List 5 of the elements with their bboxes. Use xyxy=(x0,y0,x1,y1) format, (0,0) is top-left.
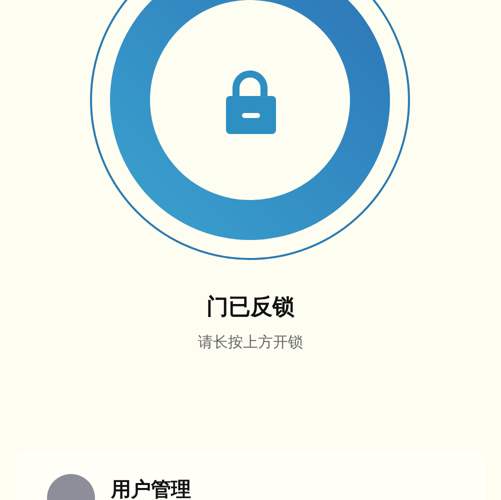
lock-status-title: 门已反锁 xyxy=(206,294,296,322)
menu-label: 用户管理 xyxy=(111,477,191,500)
menu-card[interactable]: 用户管理 xyxy=(15,450,486,500)
unlock-hint: 请长按上方开锁 xyxy=(197,332,304,353)
lock-icon xyxy=(226,70,276,134)
